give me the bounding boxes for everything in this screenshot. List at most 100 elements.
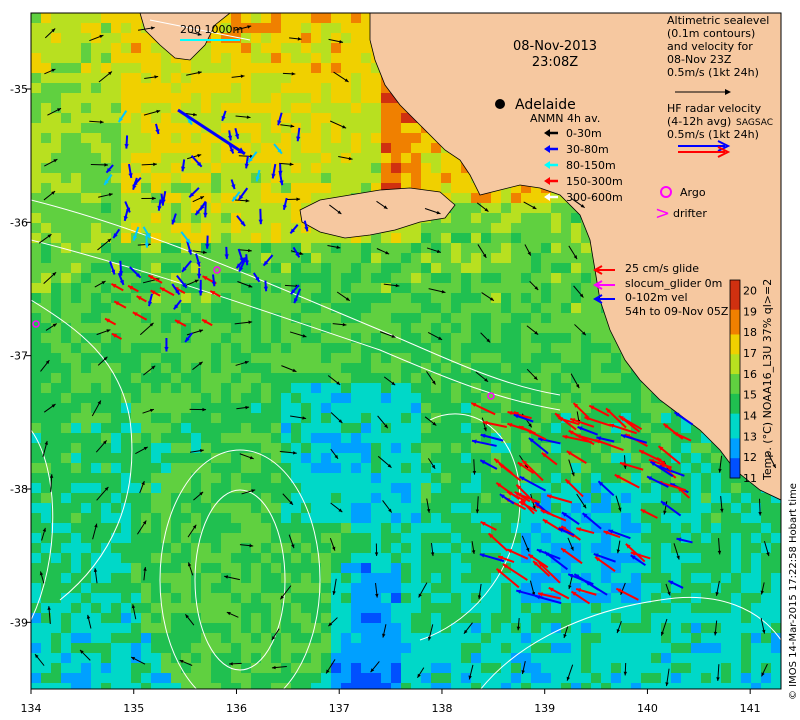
sst-cell <box>71 173 81 183</box>
sst-cell <box>431 613 441 623</box>
sst-cell <box>741 613 751 623</box>
sst-cell <box>361 423 371 433</box>
sst-cell <box>441 603 451 613</box>
sst-cell <box>31 183 41 193</box>
sst-cell <box>521 523 531 533</box>
sst-cell <box>461 293 471 303</box>
sst-cell <box>61 493 71 503</box>
sst-cell <box>61 383 71 393</box>
sst-cell <box>581 483 591 493</box>
sst-map: Adelaide 200 1000m 08-Nov-2013 23:08Z Al… <box>10 12 799 715</box>
sst-cell <box>691 623 701 633</box>
sst-cell <box>41 353 51 363</box>
sst-cell <box>81 63 91 73</box>
sst-cell <box>201 533 211 543</box>
sst-cell <box>271 423 281 433</box>
sst-cell <box>661 603 671 613</box>
sst-cell <box>391 313 401 323</box>
sst-cell <box>301 293 311 303</box>
sst-cell <box>321 483 331 493</box>
sst-cell <box>71 403 81 413</box>
sst-cell <box>161 173 171 183</box>
sst-cell <box>591 543 601 553</box>
sst-cell <box>371 633 381 643</box>
sst-cell <box>131 193 141 203</box>
sst-cell <box>751 513 761 523</box>
sst-cell <box>571 293 581 303</box>
sst-cell <box>451 523 461 533</box>
sst-cell <box>241 413 251 423</box>
sst-cell <box>381 643 391 653</box>
sst-cell <box>161 163 171 173</box>
sst-cell <box>151 573 161 583</box>
sst-cell <box>331 43 341 53</box>
sst-cell <box>431 583 441 593</box>
sst-cell <box>191 543 201 553</box>
sst-cell <box>51 113 61 123</box>
sst-cell <box>81 593 91 603</box>
sst-cell <box>531 523 541 533</box>
sst-cell <box>101 473 111 483</box>
sst-cell <box>101 133 111 143</box>
sst-cell <box>681 453 691 463</box>
sst-cell <box>321 503 331 513</box>
sst-cell <box>131 593 141 603</box>
sst-cell <box>81 673 91 683</box>
sst-cell <box>91 123 101 133</box>
sst-cell <box>191 393 201 403</box>
sst-cell <box>541 533 551 543</box>
sst-cell <box>541 313 551 323</box>
sst-cell <box>161 133 171 143</box>
sst-cell <box>351 653 361 663</box>
sst-cell <box>371 363 381 373</box>
sst-cell <box>61 323 71 333</box>
sst-cell <box>541 293 551 303</box>
sst-cell <box>411 173 421 183</box>
sst-cell <box>321 333 331 343</box>
sst-cell <box>171 643 181 653</box>
sst-cell <box>401 343 411 353</box>
sst-cell <box>351 143 361 153</box>
sst-cell <box>201 563 211 573</box>
sst-cell <box>111 543 121 553</box>
sst-cell <box>691 503 701 513</box>
sst-cell <box>461 633 471 643</box>
sst-cell <box>431 593 441 603</box>
sst-cell <box>441 313 451 323</box>
sst-cell <box>601 393 611 403</box>
sst-cell <box>381 483 391 493</box>
sst-cell <box>111 93 121 103</box>
sst-cell <box>401 263 411 273</box>
sst-cell <box>461 313 471 323</box>
sst-cell <box>71 53 81 63</box>
sst-cell <box>211 433 221 443</box>
sst-cell <box>91 143 101 153</box>
sst-cell <box>31 533 41 543</box>
sst-cell <box>271 373 281 383</box>
sst-cell <box>451 593 461 603</box>
sst-cell <box>151 453 161 463</box>
sst-cell <box>521 263 531 273</box>
sst-cell <box>141 523 151 533</box>
sst-cell <box>221 583 231 593</box>
sst-cell <box>401 153 411 163</box>
sst-cell <box>391 423 401 433</box>
sst-cell <box>281 113 291 123</box>
sst-cell <box>701 623 711 633</box>
sst-cell <box>581 243 591 253</box>
sst-cell <box>561 613 571 623</box>
sst-cell <box>251 313 261 323</box>
sst-cell <box>381 113 391 123</box>
sst-cell <box>391 273 401 283</box>
sst-cell <box>51 423 61 433</box>
sst-cell <box>531 293 541 303</box>
sst-cell <box>511 193 521 203</box>
sst-cell <box>451 563 461 573</box>
sst-cell <box>371 253 381 263</box>
sst-cell <box>161 223 171 233</box>
sst-cell <box>201 233 211 243</box>
sst-cell <box>51 613 61 623</box>
sst-cell <box>531 243 541 253</box>
sst-cell <box>591 483 601 493</box>
sst-cell <box>391 363 401 373</box>
